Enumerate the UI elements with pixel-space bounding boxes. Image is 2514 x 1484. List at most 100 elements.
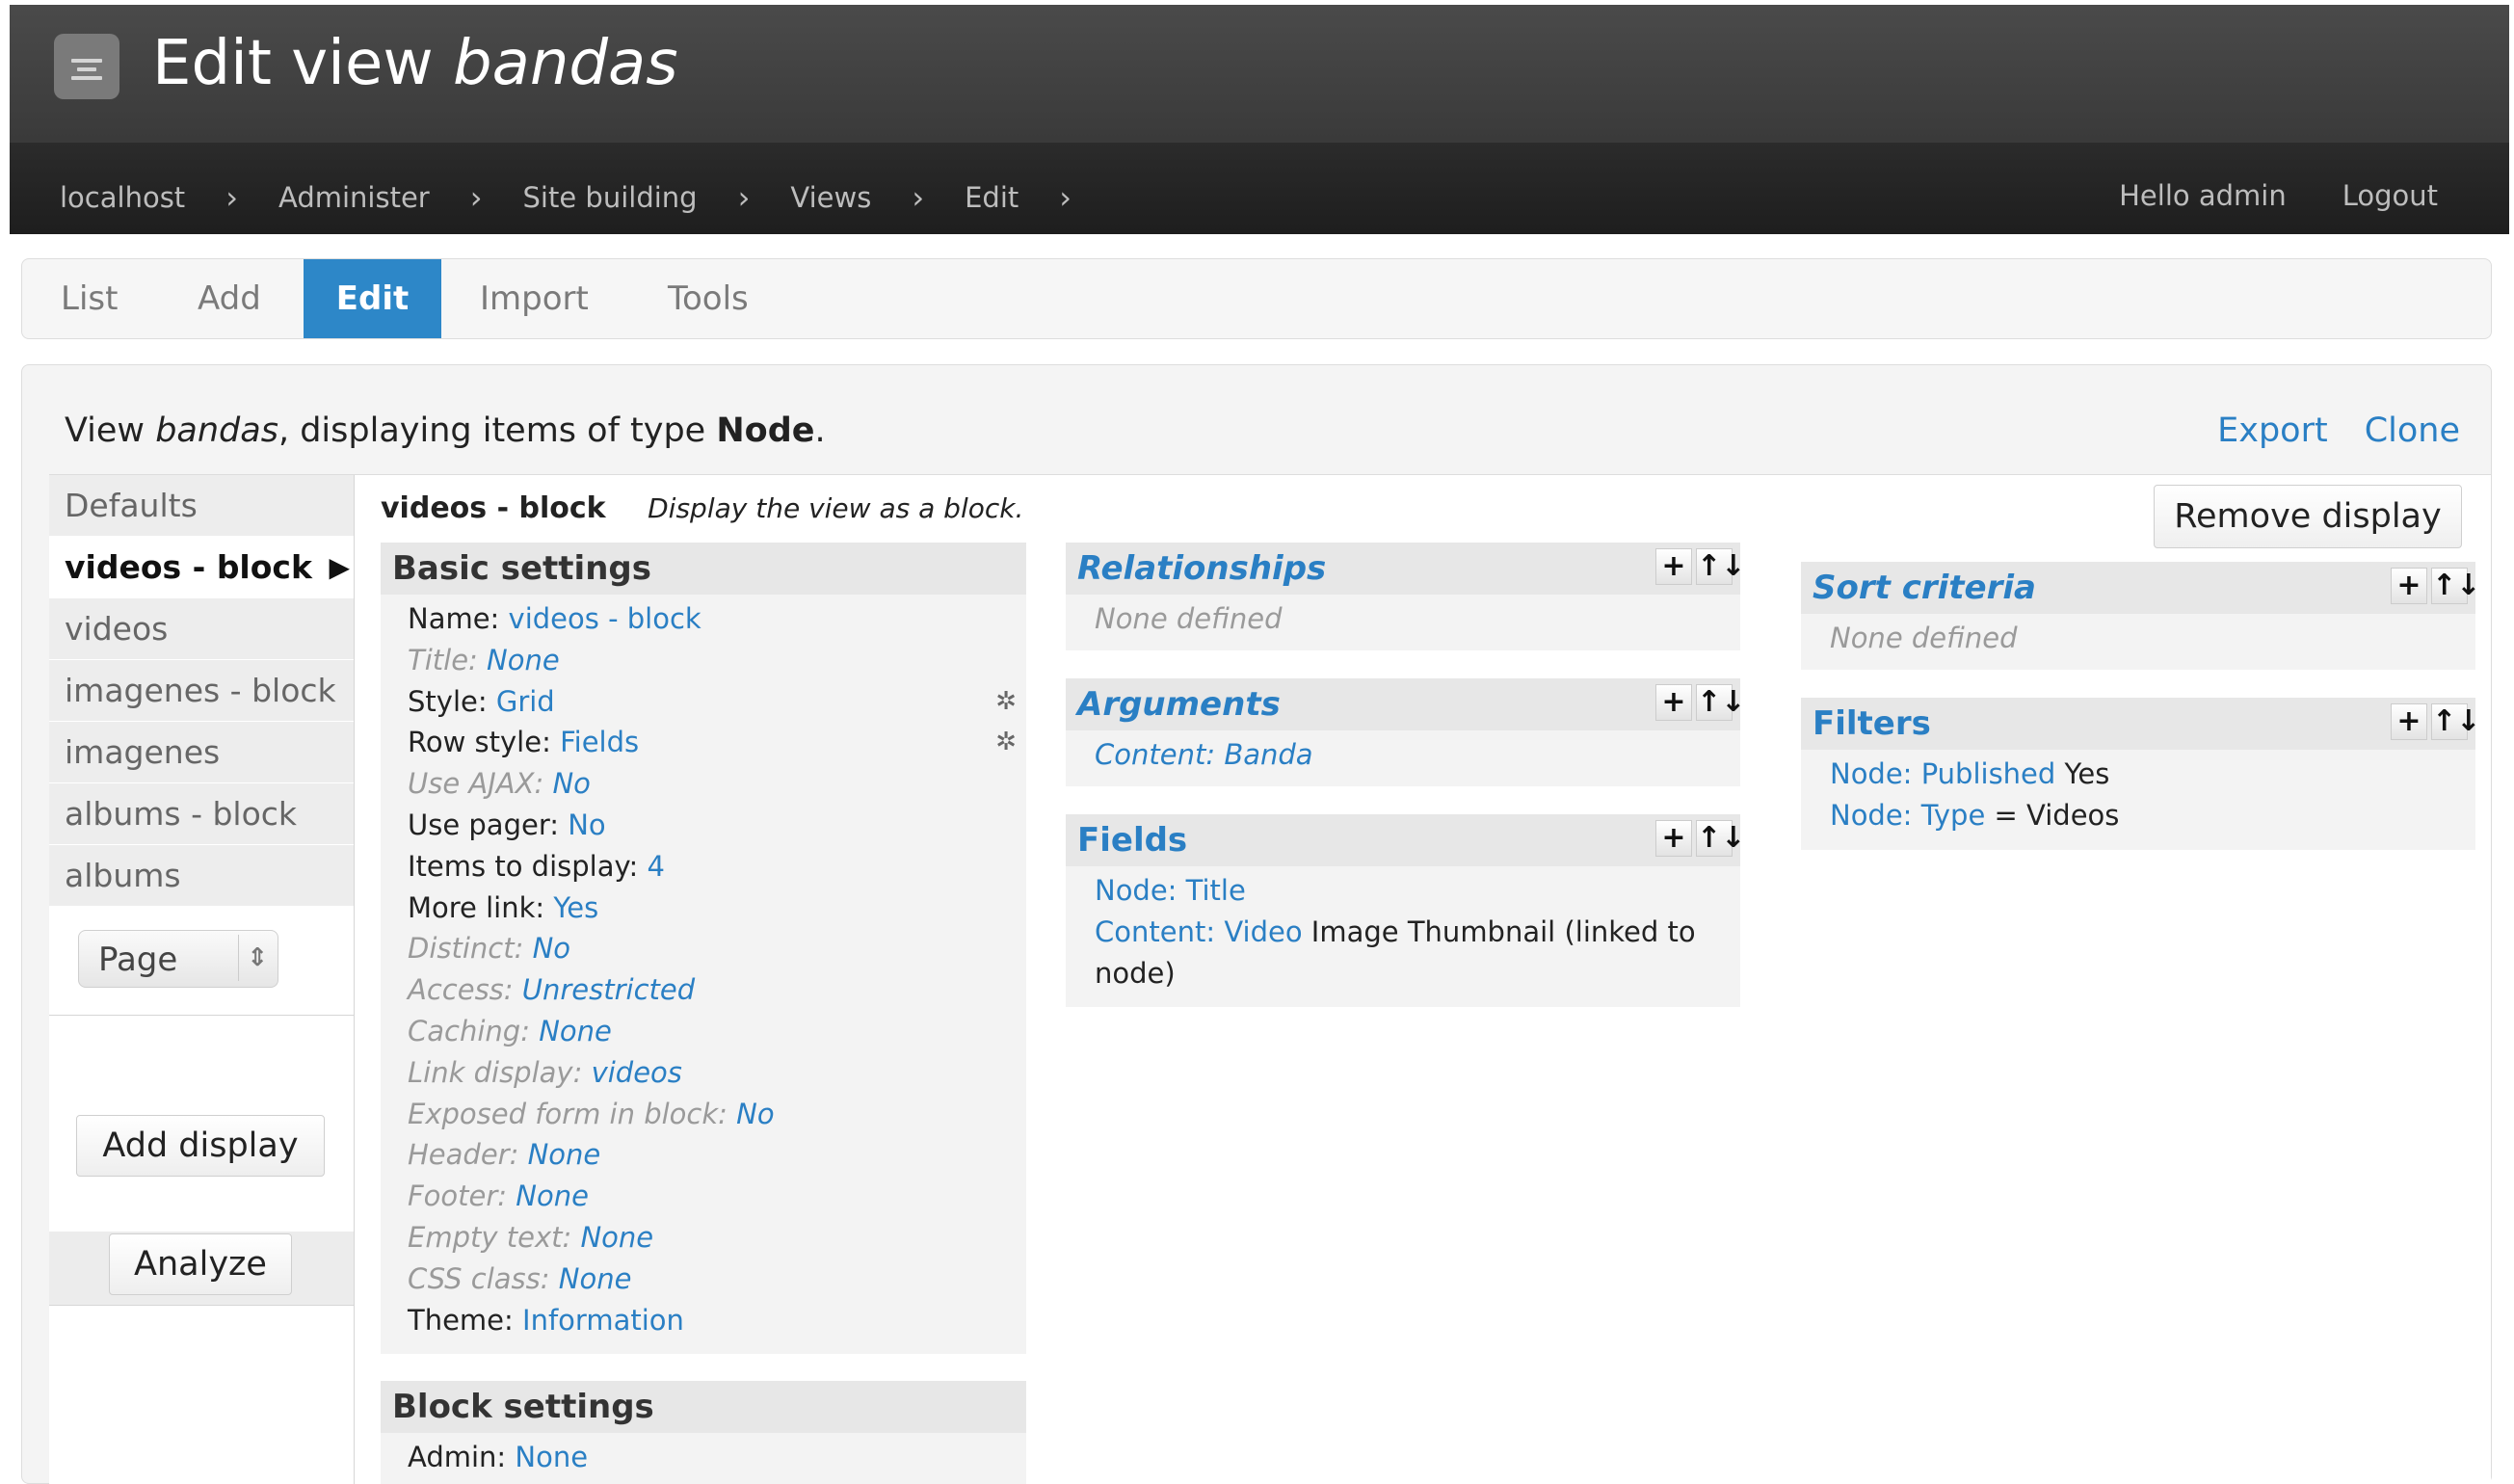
view-summary: View bandas, displaying items of type No… (65, 411, 826, 450)
tab-add[interactable]: Add (198, 259, 261, 338)
filter-prefix[interactable]: Node: (1830, 757, 1912, 790)
gear-icon[interactable]: ✲ (992, 728, 1020, 756)
field-link[interactable]: Node: Title (1095, 874, 1246, 907)
setting-value-link[interactable]: None (516, 1179, 589, 1212)
breadcrumb-views[interactable]: Views (790, 181, 871, 214)
setting-value-link[interactable]: None (515, 1441, 588, 1473)
filter-item: Node: Type = Videos (1801, 795, 2475, 836)
setting-theme: Theme: Information (381, 1300, 1026, 1341)
rearrange-icon[interactable]: ↑↓ (2431, 703, 2480, 740)
setting-items-to-display: Items to display: 4 (381, 846, 1026, 888)
arguments-title[interactable]: Arguments (1077, 685, 1281, 724)
sidebar-item-albums[interactable]: albums (49, 845, 354, 907)
setting-value-link[interactable]: Unrestricted (522, 973, 695, 1006)
sidebar-item-videos-block[interactable]: videos - block ▶ (49, 537, 354, 598)
rearrange-icon[interactable]: ↑↓ (1696, 548, 1745, 585)
setting-value-link[interactable]: 4 (648, 850, 665, 883)
fields-section: Fields + ↑↓ Node: Title Content: Video I… (1066, 814, 1745, 1007)
logout-link[interactable]: Logout (2342, 179, 2438, 212)
add-icon[interactable]: + (2391, 703, 2427, 740)
display-type-value: Page (98, 941, 178, 979)
remove-display-button[interactable]: Remove display (2154, 485, 2462, 548)
setting-value-link[interactable]: Yes (553, 891, 598, 924)
setting-value-link[interactable]: No (736, 1098, 774, 1130)
setting-label: Name: (408, 602, 500, 635)
setting-header: Header: None (381, 1134, 1026, 1176)
clone-link[interactable]: Clone (2365, 411, 2460, 450)
setting-value-link[interactable]: No (533, 932, 570, 965)
filter-value: = Videos (1994, 798, 2120, 832)
add-icon[interactable]: + (2391, 568, 2427, 604)
gear-icon[interactable]: ✲ (992, 687, 1020, 716)
user-menu: Hello admin Logout (2119, 179, 2438, 212)
setting-label: Use AJAX: (408, 767, 544, 801)
summary-middle: , displaying items of type (278, 411, 706, 450)
sort-criteria-title[interactable]: Sort criteria (1813, 569, 2036, 607)
setting-label: Distinct: (408, 932, 524, 966)
field-link[interactable]: Content: Video (1095, 915, 1303, 948)
app-logo-icon[interactable] (54, 34, 119, 99)
tab-import[interactable]: Import (480, 259, 589, 338)
setting-label: More link: (408, 890, 545, 924)
sidebar-item-imagenes[interactable]: imagenes (49, 722, 354, 783)
display-type-select[interactable]: Page ⇕ (78, 930, 278, 988)
setting-footer: Footer: None (381, 1176, 1026, 1217)
filter-link[interactable]: Type (1921, 799, 1986, 832)
filter-value: Yes (2064, 757, 2110, 790)
display-editor: Defaults videos - block ▶ videos imagene… (49, 474, 2491, 1484)
filter-prefix[interactable]: Node: (1830, 799, 1912, 832)
setting-value-link[interactable]: No (552, 767, 590, 800)
display-header: videos - block Display the view as a blo… (381, 491, 1023, 525)
setting-value-link[interactable]: None (580, 1221, 653, 1254)
relationships-controls: + ↑↓ (1655, 548, 1745, 585)
view-edit-panel: View bandas, displaying items of type No… (21, 364, 2492, 1484)
export-link[interactable]: Export (2217, 411, 2328, 450)
breadcrumb-edit[interactable]: Edit (965, 181, 1019, 214)
breadcrumb-administer[interactable]: Administer (278, 181, 430, 214)
greeting-link[interactable]: Hello admin (2119, 179, 2287, 212)
add-icon[interactable]: + (1655, 548, 1692, 585)
filter-link[interactable]: Published (1921, 757, 2056, 790)
filters-title[interactable]: Filters (1813, 704, 1931, 743)
sidebar-item-imagenes-block[interactable]: imagenes - block (49, 660, 354, 722)
breadcrumb-bar: localhost › Administer › Site building ›… (10, 143, 2509, 234)
caret-right-icon: ▶ (329, 551, 350, 583)
add-display-button[interactable]: Add display (76, 1115, 325, 1177)
breadcrumb-localhost[interactable]: localhost (60, 181, 185, 214)
tab-tools[interactable]: Tools (668, 259, 749, 338)
setting-label: Items to display: (408, 849, 639, 883)
add-icon[interactable]: + (1655, 820, 1692, 857)
setting-value-link[interactable]: None (539, 1015, 612, 1047)
setting-value-link[interactable]: No (568, 808, 605, 841)
rearrange-icon[interactable]: ↑↓ (1696, 684, 1745, 721)
setting-value-link[interactable]: Fields (560, 726, 639, 758)
chevron-right-icon: › (737, 179, 751, 216)
setting-value-link[interactable]: Grid (496, 685, 555, 718)
setting-value-link[interactable]: None (559, 1262, 632, 1295)
setting-value-link[interactable]: None (528, 1138, 601, 1171)
tab-list[interactable]: List (61, 259, 118, 338)
setting-value-link[interactable]: None (487, 644, 560, 676)
analyze-box: Analyze (49, 1232, 354, 1306)
sidebar-item-defaults[interactable]: Defaults (49, 475, 354, 537)
argument-link[interactable]: Content: Banda (1095, 738, 1313, 771)
setting-value-link[interactable]: videos (592, 1056, 682, 1089)
rearrange-icon[interactable]: ↑↓ (2431, 568, 2480, 604)
setting-value-link[interactable]: Information (522, 1304, 684, 1337)
setting-use-ajax: Use AJAX: No (381, 763, 1026, 805)
sidebar-item-videos[interactable]: videos (49, 598, 354, 660)
relationships-title[interactable]: Relationships (1077, 549, 1326, 588)
setting-label: Title: (408, 643, 478, 676)
relationships-empty: None defined (1095, 602, 1283, 635)
chevron-right-icon: › (1059, 179, 1072, 216)
filters-controls: + ↑↓ (2391, 703, 2480, 740)
fields-title[interactable]: Fields (1077, 821, 1187, 860)
analyze-button[interactable]: Analyze (109, 1233, 292, 1295)
rearrange-icon[interactable]: ↑↓ (1696, 820, 1745, 857)
add-icon[interactable]: + (1655, 684, 1692, 721)
sidebar-item-albums-block[interactable]: albums - block (49, 783, 354, 845)
tab-edit[interactable]: Edit (304, 259, 441, 338)
breadcrumb-site-building[interactable]: Site building (523, 181, 698, 214)
page-title: Edit view bandas (152, 28, 678, 99)
setting-value-link[interactable]: videos - block (509, 602, 701, 635)
